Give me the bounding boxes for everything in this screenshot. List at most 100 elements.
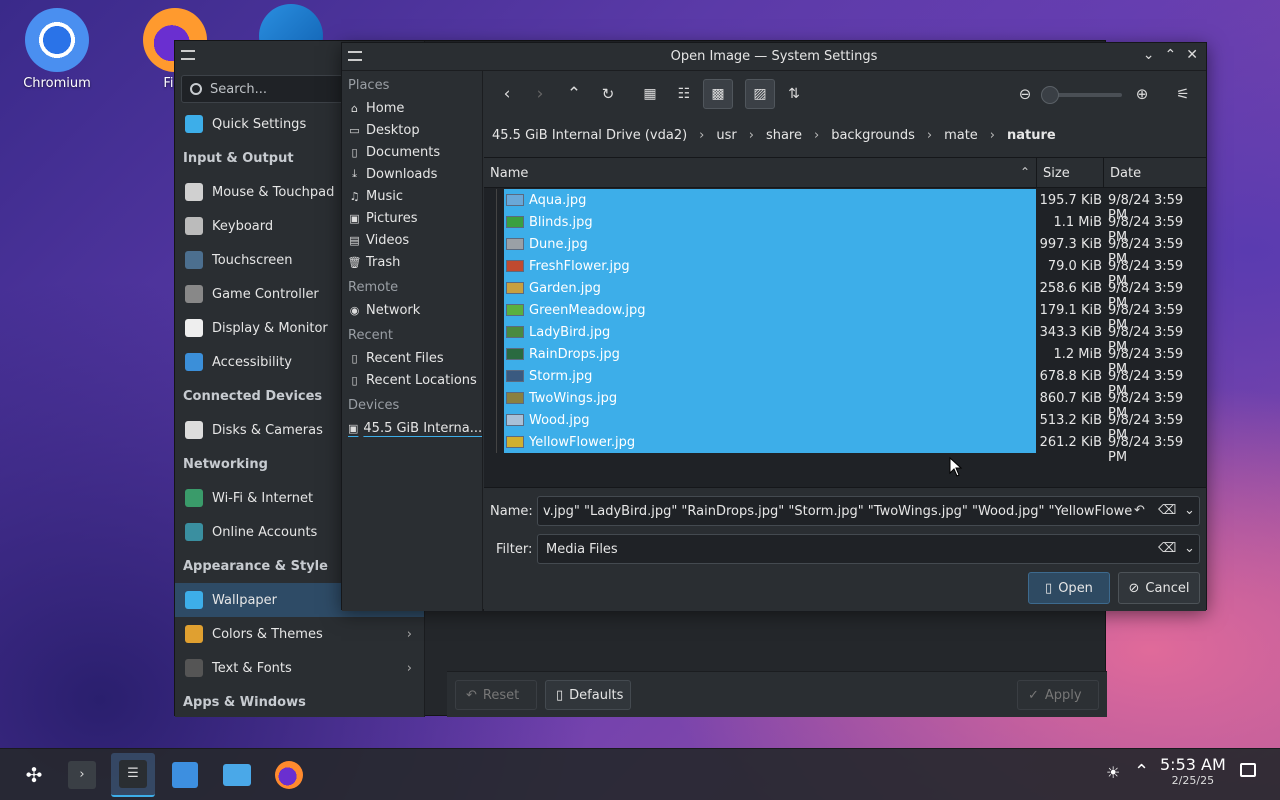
file-row[interactable]: TwoWings.jpg 860.7 KiB 9/8/24 3:59 PM <box>484 387 1206 421</box>
zoom-in-icon[interactable]: ⊕ <box>1127 79 1157 109</box>
column-header-name[interactable]: Name ⌃ <box>484 158 1037 188</box>
places-item-music[interactable]: ♫ Music <box>342 185 482 207</box>
tree-view-icon[interactable]: ▩ <box>703 79 733 109</box>
places-item-45-5-gib-interna[interactable]: ▣ 45.5 GiB Interna... <box>342 417 482 439</box>
reset-button[interactable]: ↶ Reset <box>455 680 537 710</box>
chevron-right-icon: › <box>406 660 412 676</box>
sidebar-item-colors-themes[interactable]: Colors & Themes › <box>175 617 424 651</box>
file-name-cell[interactable]: Storm.jpg <box>504 365 1036 387</box>
breadcrumb-item[interactable]: mate <box>944 128 978 143</box>
system-tray-expand-icon[interactable]: ⌃ <box>1134 761 1149 782</box>
file-row[interactable]: GreenMeadow.jpg 179.1 KiB 9/8/24 3:59 PM <box>484 299 1206 333</box>
compact-view-icon[interactable]: ☷ <box>669 79 699 109</box>
file-row[interactable]: Dune.jpg 997.3 KiB 9/8/24 3:59 PM <box>484 233 1206 267</box>
file-name-cell[interactable]: GreenMeadow.jpg <box>504 299 1036 321</box>
places-item-trash[interactable]: 🗑 Trash <box>342 251 482 273</box>
places-item-documents[interactable]: ▯ Documents <box>342 141 482 163</box>
breadcrumb-item[interactable]: nature <box>1007 128 1056 143</box>
places-item-recent-files[interactable]: ▯ Recent Files <box>342 347 482 369</box>
window-menu-icon[interactable] <box>348 51 362 61</box>
places-item-label: Trash <box>366 254 401 270</box>
preview-icon[interactable]: ▨ <box>745 79 775 109</box>
file-row[interactable]: Blinds.jpg 1.1 MiB 9/8/24 3:59 PM <box>484 211 1206 245</box>
file-row[interactable]: FreshFlower.jpg 79.0 KiB 9/8/24 3:59 PM <box>484 255 1206 289</box>
places-item-home[interactable]: ⌂ Home <box>342 97 482 119</box>
apply-button[interactable]: ✓ Apply <box>1017 680 1099 710</box>
file-name-cell[interactable]: YellowFlower.jpg <box>504 431 1036 453</box>
breadcrumb-separator-icon: › <box>926 127 933 143</box>
up-icon[interactable]: ⌃ <box>559 79 589 109</box>
file-name-cell[interactable]: TwoWings.jpg <box>504 387 1036 409</box>
cancel-button[interactable]: ⊘ Cancel <box>1118 572 1200 604</box>
taskbar-terminal[interactable]: › <box>60 753 104 797</box>
breadcrumb-item[interactable]: 45.5 GiB Internal Drive (vda2) <box>492 128 687 143</box>
app-launcher-button[interactable]: ✣ <box>12 753 56 797</box>
file-name-cell[interactable]: Dune.jpg <box>504 233 1036 255</box>
zoom-out-icon[interactable]: ⊖ <box>1010 79 1040 109</box>
file-name-cell[interactable]: LadyBird.jpg <box>504 321 1036 343</box>
menu-icon[interactable] <box>181 50 195 60</box>
chevron-down-icon[interactable]: ⌄ <box>1143 47 1155 63</box>
open-button[interactable]: ▯ Open <box>1028 572 1110 604</box>
filter-select[interactable]: Media Files ⌫ ⌄ <box>537 534 1200 564</box>
file-row[interactable]: LadyBird.jpg 343.3 KiB 9/8/24 3:59 PM <box>484 321 1206 355</box>
file-name: TwoWings.jpg <box>529 390 618 406</box>
file-row[interactable]: Aqua.jpg 195.7 KiB 9/8/24 3:59 PM <box>484 189 1206 223</box>
desktop-icon-chromium[interactable]: Chromium <box>12 8 102 91</box>
taskbar: ✣ › ☰ ☀ ⌃ 5:53 AM 2/25/25 <box>0 748 1280 800</box>
places-item-network[interactable]: ◉ Network <box>342 299 482 321</box>
places-item-videos[interactable]: ▤ Videos <box>342 229 482 251</box>
chevron-up-icon[interactable]: ⌃ <box>1165 47 1177 63</box>
file-name: Garden.jpg <box>529 280 601 296</box>
file-row[interactable]: Garden.jpg 258.6 KiB 9/8/24 3:59 PM <box>484 277 1206 311</box>
reset-label: Reset <box>482 687 520 703</box>
reload-icon[interactable]: ↻ <box>593 79 623 109</box>
places-item-desktop[interactable]: ▭ Desktop <box>342 119 482 141</box>
file-name-cell[interactable]: Blinds.jpg <box>504 211 1036 233</box>
brightness-icon[interactable]: ☀ <box>1106 763 1120 782</box>
sidebar-item-text-fonts[interactable]: Text & Fonts › <box>175 651 424 685</box>
breadcrumb-item[interactable]: backgrounds <box>831 128 915 143</box>
column-header-size[interactable]: Size <box>1037 158 1104 188</box>
defaults-button[interactable]: ▯ Defaults <box>545 680 631 710</box>
forward-icon[interactable]: › <box>525 79 555 109</box>
show-desktop-icon[interactable] <box>1240 763 1256 777</box>
chevron-down-icon[interactable]: ⌄ <box>1184 503 1195 518</box>
zoom-slider-handle[interactable] <box>1041 86 1059 104</box>
clear-icon[interactable]: ⌫ <box>1158 541 1176 556</box>
pictures-icon: ▣ <box>349 211 360 225</box>
document-icon: ▯ <box>556 687 564 703</box>
chevron-down-icon[interactable]: ⌄ <box>1184 541 1195 556</box>
places-item-pictures[interactable]: ▣ Pictures <box>342 207 482 229</box>
breadcrumb-item[interactable]: usr <box>716 128 736 143</box>
taskbar-files[interactable] <box>215 753 259 797</box>
taskbar-system-settings[interactable]: ☰ <box>111 753 155 797</box>
clock[interactable]: 5:53 AM 2/25/25 <box>1160 755 1226 787</box>
name-input[interactable]: v.jpg" "LadyBird.jpg" "RainDrops.jpg" "S… <box>537 496 1200 526</box>
places-item-recent-locations[interactable]: ▯ Recent Locations <box>342 369 482 391</box>
file-name-cell[interactable]: FreshFlower.jpg <box>504 255 1036 277</box>
file-row[interactable]: Storm.jpg 678.8 KiB 9/8/24 3:59 PM <box>484 365 1206 399</box>
file-name-cell[interactable]: RainDrops.jpg <box>504 343 1036 365</box>
file-row[interactable]: Wood.jpg 513.2 KiB 9/8/24 3:59 PM <box>484 409 1206 443</box>
file-name-cell[interactable]: Garden.jpg <box>504 277 1036 299</box>
taskbar-firefox[interactable] <box>267 753 311 797</box>
sort-icon[interactable]: ⇅ <box>779 79 809 109</box>
filter-label: Filter: <box>496 542 533 557</box>
file-row[interactable]: YellowFlower.jpg 261.2 KiB 9/8/24 3:59 PM <box>484 431 1206 465</box>
file-name-cell[interactable]: Aqua.jpg <box>504 189 1036 211</box>
close-icon[interactable]: ✕ <box>1186 47 1198 63</box>
icons-view-icon[interactable]: ▦ <box>635 79 665 109</box>
undo-icon[interactable]: ↶ <box>1134 503 1145 518</box>
back-icon[interactable]: ‹ <box>492 79 522 109</box>
column-header-date[interactable]: Date <box>1104 158 1206 188</box>
file-name-cell[interactable]: Wood.jpg <box>504 409 1036 431</box>
clear-icon[interactable]: ⌫ <box>1158 503 1176 518</box>
file-row[interactable]: RainDrops.jpg 1.2 MiB 9/8/24 3:59 PM <box>484 343 1206 377</box>
options-icon[interactable]: ⚟ <box>1168 79 1198 109</box>
breadcrumb-item[interactable]: share <box>766 128 802 143</box>
places-item-downloads[interactable]: ⤓ Downloads <box>342 163 482 185</box>
taskbar-discover[interactable] <box>163 753 207 797</box>
sidebar-item-label: Online Accounts <box>212 524 318 540</box>
file-name: Dune.jpg <box>529 236 588 252</box>
